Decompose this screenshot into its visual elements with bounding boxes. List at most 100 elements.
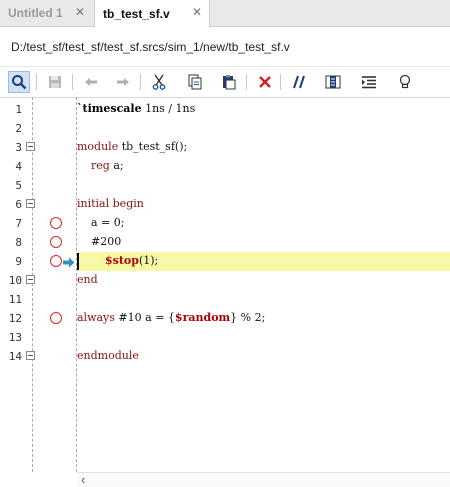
- line-number: 3: [15, 141, 22, 154]
- editor-toolbar: [0, 66, 450, 98]
- code-token: tb_test_sf: [121, 140, 175, 153]
- close-icon[interactable]: ✕: [191, 6, 203, 18]
- code-line[interactable]: 1 `timescale 1ns / 1ns: [0, 100, 450, 119]
- code-line[interactable]: 6 initial begin: [0, 195, 450, 214]
- code-line[interactable]: 5: [0, 176, 450, 195]
- line-number: 8: [15, 236, 22, 249]
- keyword-token: reg: [91, 159, 110, 172]
- fold-toggle-icon[interactable]: [26, 142, 35, 151]
- undo-icon[interactable]: [80, 71, 102, 93]
- line-number: 6: [15, 198, 22, 211]
- code-text: a = 0;: [77, 216, 124, 229]
- line-number: 7: [15, 217, 22, 230]
- line-number: 10: [8, 274, 22, 287]
- code-line[interactable]: 11: [0, 290, 450, 309]
- code-line[interactable]: 9 $stop(1);: [0, 252, 450, 271]
- toolbar-separator: [140, 74, 141, 90]
- system-task-token: $stop: [104, 254, 139, 267]
- code-text: module tb_test_sf();: [77, 140, 187, 153]
- code-token: ns: [182, 102, 196, 115]
- fold-toggle-icon[interactable]: [26, 351, 35, 360]
- delete-icon[interactable]: [254, 71, 276, 93]
- code-editor[interactable]: 1 `timescale 1ns / 1ns 2 3 module tb_test_sf…: [0, 97, 450, 472]
- code-token: 1: [141, 102, 153, 115]
- close-icon[interactable]: ✕: [74, 6, 86, 18]
- fold-toggle-icon[interactable]: [26, 275, 35, 284]
- line-number: 4: [15, 160, 22, 173]
- line-number: 13: [8, 331, 22, 344]
- directive-token: `timescale: [77, 102, 142, 115]
- tab-label: tb_test_sf.v: [103, 6, 170, 21]
- redo-icon[interactable]: [112, 71, 134, 93]
- line-number: 9: [15, 255, 22, 268]
- keyword-token: initial: [77, 197, 110, 210]
- code-line[interactable]: 12 always #10 a = {$random} % 2;: [0, 309, 450, 328]
- line-number: 12: [8, 312, 22, 325]
- breakpoint-icon[interactable]: [50, 217, 62, 229]
- toolbar-separator: [246, 74, 247, 90]
- code-line[interactable]: 13: [0, 328, 450, 347]
- code-token: } % 2;: [230, 311, 266, 324]
- code-line[interactable]: 4 reg a;: [0, 157, 450, 176]
- code-line[interactable]: 3 module tb_test_sf();: [0, 138, 450, 157]
- code-text: end: [77, 273, 98, 286]
- code-text: reg a;: [77, 159, 124, 172]
- keyword-token: endmodule: [77, 349, 139, 362]
- code-token: = {: [151, 311, 175, 324]
- keyword-token: end: [77, 273, 98, 286]
- file-path: D:/test_sf/test_sf/test_sf.srcs/sim_1/ne…: [11, 40, 290, 54]
- indent-icon[interactable]: [358, 71, 380, 93]
- keyword-token: begin: [112, 197, 144, 210]
- code-token: ns: [152, 102, 165, 115]
- code-text: endmodule: [77, 349, 139, 362]
- copy-icon[interactable]: [184, 71, 206, 93]
- column-icon[interactable]: [322, 71, 344, 93]
- code-text: `timescale 1ns / 1ns: [77, 102, 195, 115]
- code-text: always #10 a = {$random} % 2;: [77, 311, 265, 324]
- keyword-token: always: [77, 311, 115, 324]
- save-icon[interactable]: [44, 71, 66, 93]
- toolbar-separator: [280, 74, 281, 90]
- code-line[interactable]: 7 a = 0;: [0, 214, 450, 233]
- code-token: ();: [174, 140, 188, 153]
- toolbar-separator: [72, 74, 73, 90]
- toolbar-separator: [36, 74, 37, 90]
- tab-tb-test-sf[interactable]: tb_test_sf.v ✕: [94, 0, 210, 27]
- code-line[interactable]: 8 #200: [0, 233, 450, 252]
- code-text: $stop(1);: [77, 254, 158, 267]
- line-number: 11: [8, 293, 22, 306]
- code-token: #10: [114, 311, 146, 324]
- breakpoint-icon[interactable]: [50, 236, 62, 248]
- code-text: initial begin: [77, 197, 144, 210]
- code-token: ;: [119, 159, 124, 172]
- horizontal-scrollbar[interactable]: ‹: [77, 472, 450, 487]
- tab-bar: Untitled 1 ✕ tb_test_sf.v ✕: [0, 0, 450, 27]
- search-icon[interactable]: [8, 71, 30, 93]
- fold-toggle-icon[interactable]: [26, 199, 35, 208]
- code-text: #200: [77, 235, 121, 248]
- bulb-icon[interactable]: [394, 71, 416, 93]
- line-number: 1: [15, 103, 22, 116]
- cut-icon[interactable]: [148, 71, 170, 93]
- tab-untitled-1[interactable]: Untitled 1 ✕: [0, 0, 92, 26]
- line-number: 2: [15, 122, 22, 135]
- line-number: 14: [8, 350, 22, 363]
- code-token: = 0;: [97, 216, 125, 229]
- comment-icon[interactable]: [288, 71, 310, 93]
- code-token: #200: [77, 235, 122, 248]
- system-task-token: $random: [174, 311, 231, 324]
- breakpoint-icon[interactable]: [50, 312, 62, 324]
- paste-icon[interactable]: [218, 71, 240, 93]
- code-line[interactable]: 14 endmodule: [0, 347, 450, 366]
- code-line[interactable]: 10 end: [0, 271, 450, 290]
- keyword-token: module: [77, 140, 119, 153]
- tab-label: Untitled 1: [8, 6, 63, 20]
- line-number: 5: [15, 179, 22, 192]
- code-token: (1);: [138, 254, 159, 267]
- chevron-left-icon[interactable]: ‹: [81, 472, 85, 487]
- code-line[interactable]: 2: [0, 119, 450, 138]
- breakpoint-icon[interactable]: [50, 255, 62, 267]
